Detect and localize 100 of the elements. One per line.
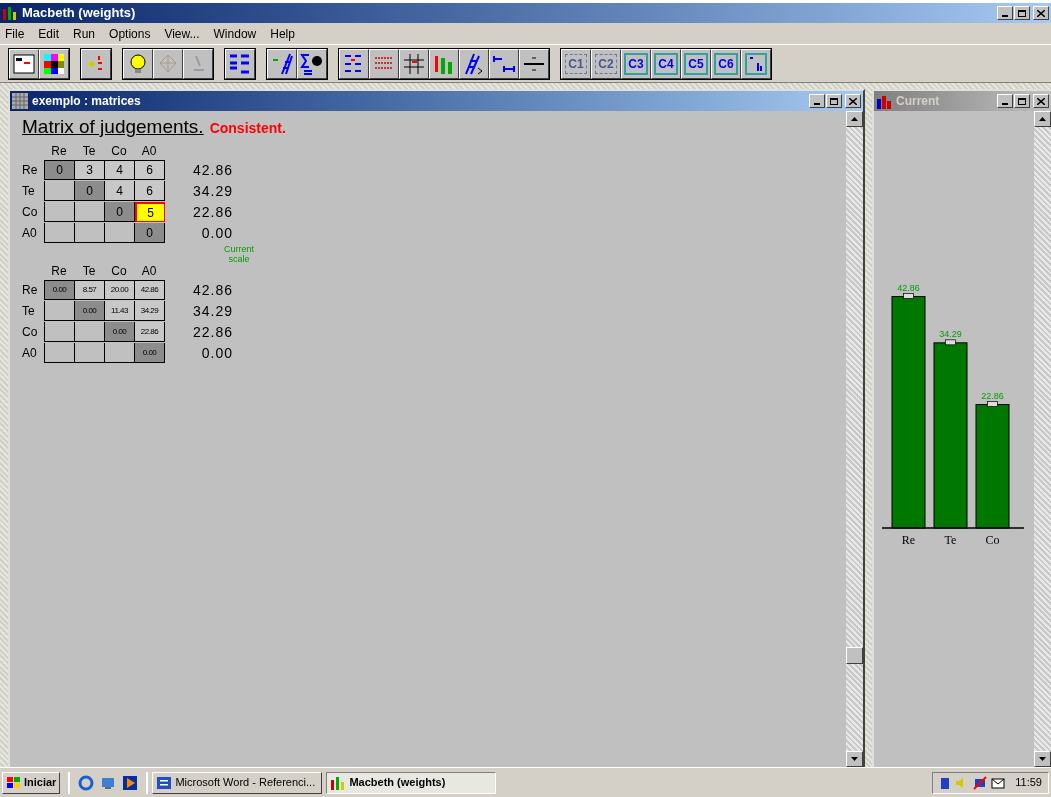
scroll-up-icon[interactable] xyxy=(1039,117,1046,121)
score-value: 0.00 xyxy=(200,343,233,363)
matrix-cell[interactable]: 4 xyxy=(105,160,135,180)
scroll-down-icon[interactable] xyxy=(851,757,858,761)
toolbar-button[interactable] xyxy=(81,48,111,79)
matrix-cell[interactable]: 34.29 xyxy=(135,301,165,321)
toolbar-button[interactable] xyxy=(459,48,489,79)
menu-item[interactable]: Edit xyxy=(37,24,61,43)
toolbar-button[interactable] xyxy=(297,48,327,79)
matrix-cell[interactable] xyxy=(45,343,75,363)
toolbar-button[interactable] xyxy=(519,48,549,79)
bar-handle[interactable] xyxy=(987,401,998,407)
network-icon[interactable] xyxy=(973,775,988,790)
matrix-cell[interactable] xyxy=(75,223,105,243)
matrix-cell[interactable] xyxy=(45,202,75,222)
toolbar-button[interactable] xyxy=(9,48,39,79)
minimize-icon xyxy=(814,103,820,105)
toolbar-button[interactable] xyxy=(225,48,255,79)
matrix-cell[interactable]: 20.00 xyxy=(105,280,135,300)
category-label: Te xyxy=(944,533,957,547)
matrix-cell[interactable]: 5 xyxy=(135,202,165,222)
toolbar-button[interactable]: C5 xyxy=(681,48,711,79)
minimize-button[interactable] xyxy=(809,94,825,108)
close-button[interactable] xyxy=(1033,6,1049,20)
matrix-cell[interactable]: 4 xyxy=(105,181,135,201)
row-header: A0 xyxy=(22,225,38,242)
maximize-button[interactable] xyxy=(1014,6,1030,20)
scrollbar-thumb[interactable] xyxy=(846,647,863,664)
grid-icon xyxy=(12,93,28,109)
toolbar-button[interactable] xyxy=(399,48,429,79)
toolbar-button[interactable] xyxy=(123,48,153,79)
menu-item[interactable]: Help xyxy=(269,24,296,43)
score-value: 34.29 xyxy=(191,301,233,321)
row-header: Te xyxy=(22,183,36,200)
minimize-icon xyxy=(1002,103,1008,105)
toolbar-button[interactable] xyxy=(741,48,771,79)
close-icon xyxy=(849,97,857,105)
bar-handle[interactable] xyxy=(903,293,914,299)
toolbar-button[interactable]: C4 xyxy=(651,48,681,79)
matrix-cell[interactable]: 0.00 xyxy=(135,343,165,363)
matrix-cell[interactable]: 0 xyxy=(75,181,105,201)
maximize-button[interactable] xyxy=(826,94,842,108)
matrix-cell[interactable]: 6 xyxy=(135,160,165,180)
window-title: Macbeth (weights) xyxy=(22,4,137,23)
toolbar-button[interactable] xyxy=(489,48,519,79)
row-header: Re xyxy=(22,162,39,179)
matrix-cell[interactable]: 0.00 xyxy=(105,322,135,342)
close-button[interactable] xyxy=(1033,94,1049,108)
matrix-cell[interactable]: 11.43 xyxy=(105,301,135,321)
maximize-button[interactable] xyxy=(1014,94,1030,108)
vertical-scrollbar[interactable] xyxy=(846,111,863,767)
matrix-cell[interactable]: 0.00 xyxy=(45,280,75,300)
taskbar-button[interactable]: Microsoft Word - Referenci... xyxy=(152,771,323,794)
column-header: Te xyxy=(81,142,97,160)
toolbar-button[interactable] xyxy=(153,48,183,79)
toolbar-button[interactable] xyxy=(267,48,297,79)
bar-handle[interactable] xyxy=(945,339,956,346)
minimize-button[interactable] xyxy=(997,6,1013,20)
menu-item[interactable]: View... xyxy=(163,24,201,43)
menu-item[interactable]: Run xyxy=(72,24,97,43)
toolbar-button[interactable] xyxy=(183,48,213,79)
scroll-up-icon[interactable] xyxy=(851,117,858,121)
matrix-cell[interactable]: 42.86 xyxy=(135,280,165,300)
maximize-icon xyxy=(1018,9,1026,17)
matrix-cell[interactable]: 0 xyxy=(135,223,165,243)
taskbar-button[interactable]: Macbeth (weights) xyxy=(326,771,497,794)
bar-value-label: 22.86 xyxy=(981,390,1004,401)
matrix-cell[interactable]: 0.00 xyxy=(75,301,105,321)
menu-item[interactable]: Options xyxy=(108,24,152,43)
score-value: 42.86 xyxy=(191,160,233,180)
toolbar-button[interactable] xyxy=(39,48,69,79)
mail-icon[interactable] xyxy=(991,775,1006,790)
matrix-cell[interactable]: 22.86 xyxy=(135,322,165,342)
matrix-cell[interactable]: 8.57 xyxy=(75,280,105,300)
bar-value-label: 42.86 xyxy=(897,282,920,293)
row-header: Co xyxy=(22,204,39,221)
scroll-down-icon[interactable] xyxy=(1039,757,1046,761)
toolbar-button[interactable]: C6 xyxy=(711,48,741,79)
toolbar-button[interactable] xyxy=(429,48,459,79)
matrix-cell[interactable]: 0 xyxy=(105,202,135,222)
matrix-cell[interactable]: 6 xyxy=(135,181,165,201)
vertical-scrollbar[interactable] xyxy=(1034,111,1051,767)
menu-item[interactable]: Window xyxy=(212,24,258,43)
clock: 11:59 xyxy=(1015,775,1042,791)
close-button[interactable] xyxy=(845,94,861,108)
minimize-button[interactable] xyxy=(997,94,1013,108)
matrix-cell[interactable]: 0 xyxy=(45,160,75,180)
toolbar-button[interactable]: C3 xyxy=(621,48,651,79)
matrix-cell[interactable] xyxy=(75,343,105,363)
matrix-cell[interactable]: 3 xyxy=(75,160,105,180)
play-icon[interactable] xyxy=(122,774,139,791)
row-header: Co xyxy=(22,324,39,341)
tray-icon[interactable] xyxy=(939,775,952,790)
matrix-cell[interactable] xyxy=(45,223,75,243)
matrix-cell[interactable] xyxy=(45,322,75,342)
menu-item[interactable]: File xyxy=(4,24,26,43)
toolbar-button[interactable] xyxy=(339,48,369,79)
toolbar-button[interactable] xyxy=(369,48,399,79)
start-button[interactable]: Iniciar xyxy=(2,771,61,794)
browser-icon[interactable] xyxy=(78,774,95,791)
